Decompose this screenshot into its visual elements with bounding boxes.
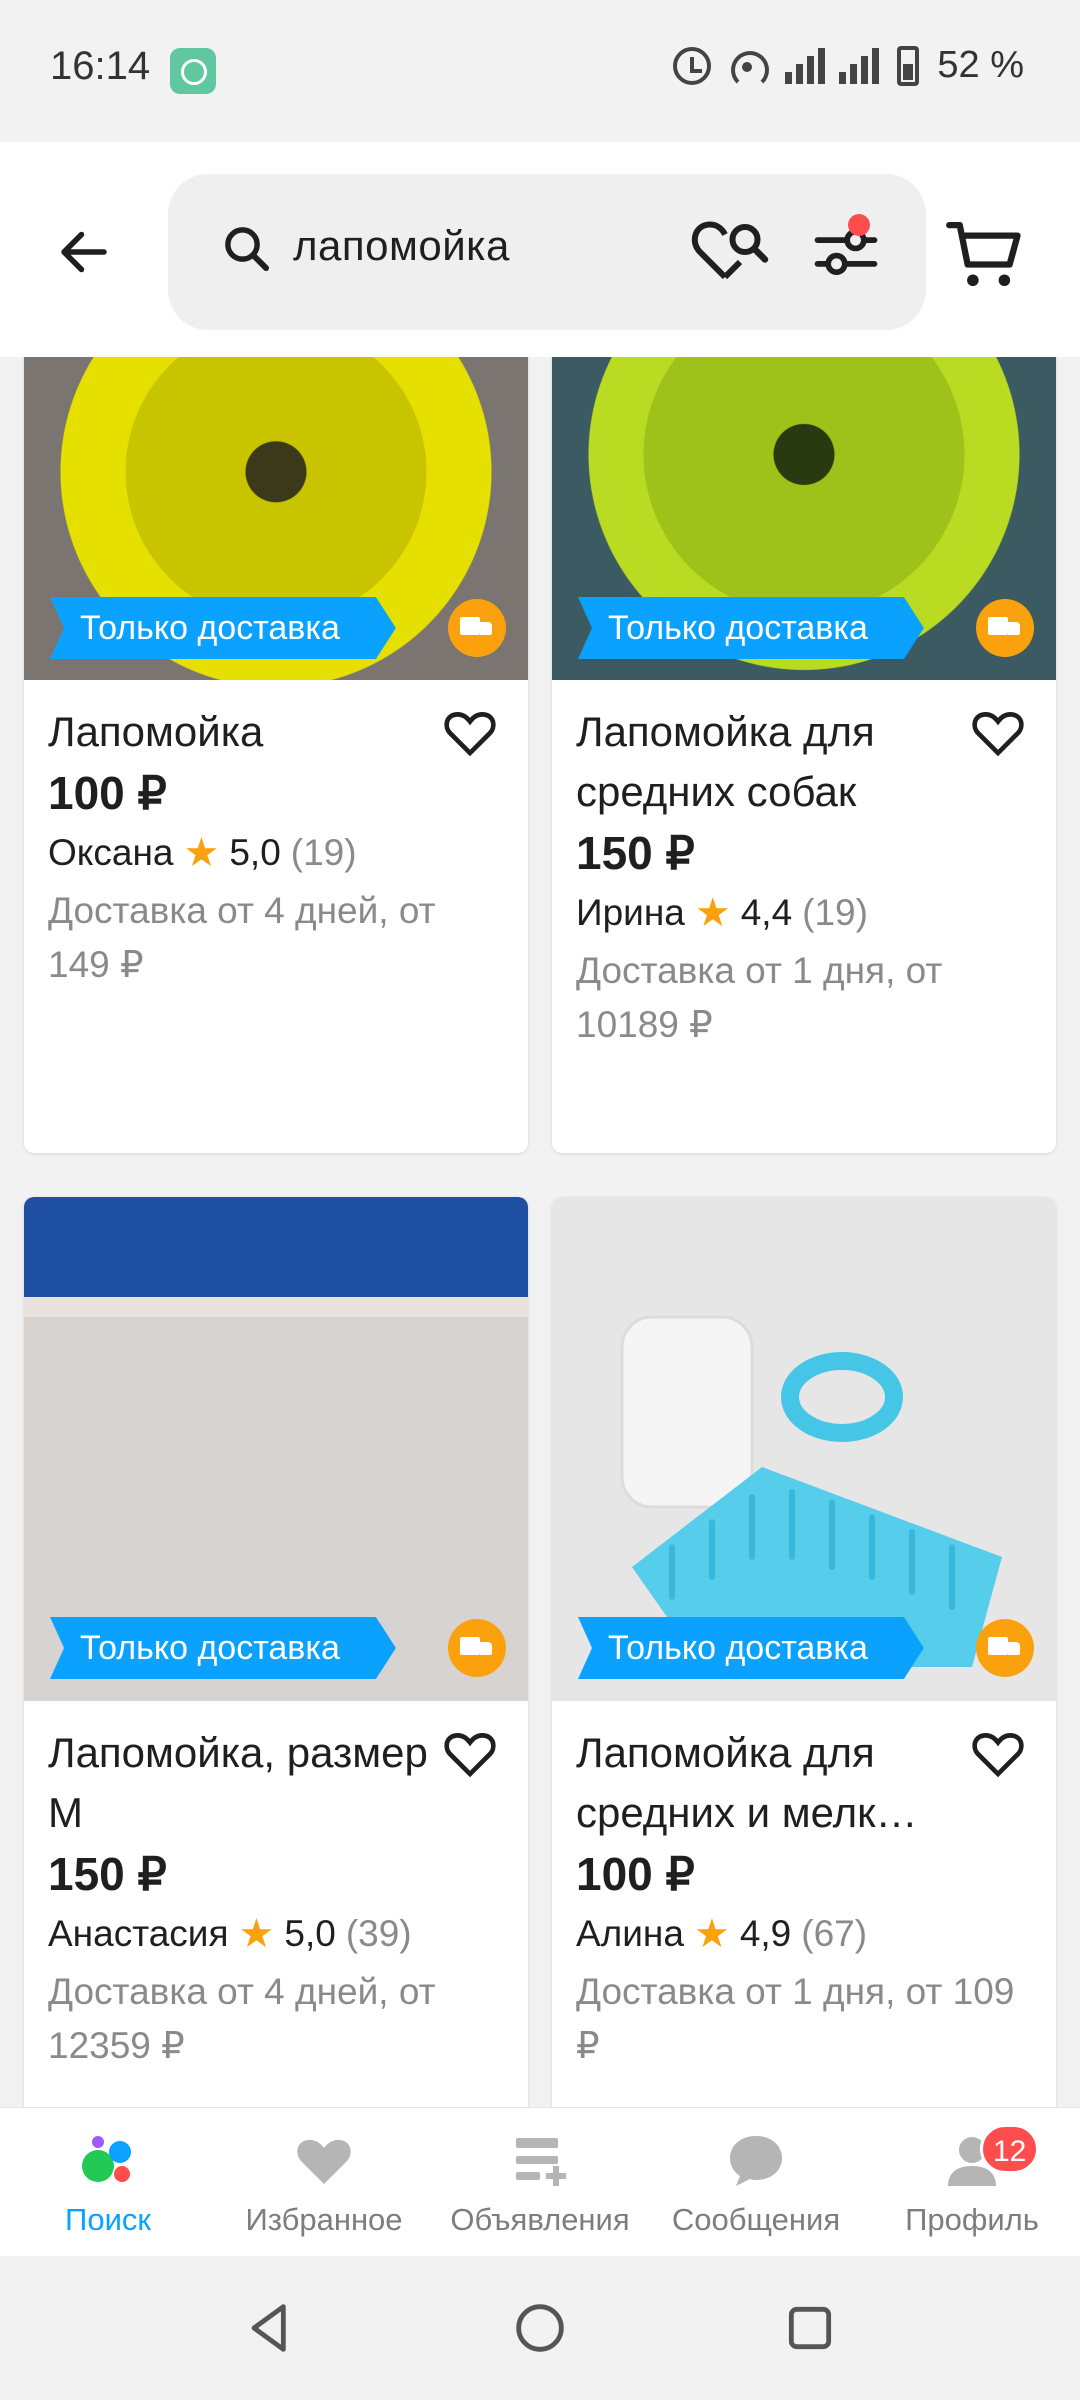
delivery-info: Доставка от 4 дней, от 12359 ₽ <box>48 1971 436 2066</box>
seller-name: Ирина <box>576 892 685 933</box>
review-count: (19) <box>802 892 868 933</box>
favorite-heart-icon[interactable] <box>968 704 1028 760</box>
seller-row: Оксана ★ 5,0 (19) <box>48 824 504 882</box>
truck-icon <box>448 599 506 657</box>
review-count: (67) <box>801 1913 868 1954</box>
cart-icon[interactable] <box>944 212 1028 296</box>
system-navigation-bar <box>0 2256 1080 2400</box>
header: лапомойка <box>0 142 1080 357</box>
heart-icon <box>297 2139 351 2184</box>
card-body: Лапомойка для средних собак 150 ₽ Ирина … <box>552 680 1056 1052</box>
star-icon: ★ <box>183 831 220 875</box>
listing-card[interactable]: Только доставка Лапомойка, размер M 150 … <box>24 1197 528 2107</box>
status-icons: 52 % <box>673 44 1024 89</box>
listing-title[interactable]: Лапомойка для средних и мелк… <box>576 1723 956 1843</box>
nav-label: Сообщения <box>671 2202 841 2237</box>
seller-row: Алина ★ 4,9 (67) <box>576 1905 1032 1963</box>
filter-active-dot <box>848 214 870 236</box>
review-count: (39) <box>345 1913 412 1954</box>
nav-item-search[interactable]: Поиск <box>0 2108 216 2257</box>
favorite-heart-icon[interactable] <box>440 1725 500 1781</box>
favorite-heart-icon[interactable] <box>440 704 500 760</box>
truck-icon <box>976 1619 1034 1677</box>
nav-label: Объявления <box>450 2202 630 2237</box>
delivery-only-tag: Только доставка <box>50 597 396 659</box>
notification-badge: 12 <box>980 2124 1040 2174</box>
delivery-only-tag: Только доставка <box>50 1617 396 1679</box>
truck-icon <box>448 1619 506 1677</box>
nav-item-favorites[interactable]: Избранное <box>216 2108 432 2257</box>
seller-name: Алина <box>576 1913 684 1954</box>
listing-price: 100 ₽ <box>48 767 167 819</box>
rating-value: 4,9 <box>739 1913 792 1954</box>
card-body: Лапомойка, размер M 150 ₽ Анастасия ★ 5,… <box>24 1701 528 2073</box>
alarm-icon <box>673 46 712 85</box>
review-count: (19) <box>290 832 357 873</box>
add-listing-icon <box>516 2138 566 2186</box>
product-image[interactable]: Только доставка <box>24 1197 528 1701</box>
search-query: лапомойка <box>293 222 510 269</box>
product-image[interactable]: Только доставка <box>24 357 528 680</box>
rating-value: 4,4 <box>740 892 793 933</box>
product-image[interactable]: Только доставка <box>552 1197 1056 1701</box>
battery-level: 52 % <box>937 44 1024 86</box>
hotspot-icon <box>729 47 770 89</box>
listing-grid: Только доставка Лапомойка 100 ₽ Оксана ★… <box>0 357 1080 2107</box>
delivery-only-tag: Только доставка <box>578 597 924 659</box>
card-body: Лапомойка 100 ₽ Оксана ★ 5,0 (19) Достав… <box>24 680 528 992</box>
system-back-icon[interactable] <box>238 2296 302 2360</box>
card-body: Лапомойка для средних и мелк… 100 ₽ Алин… <box>552 1701 1056 2073</box>
listing-card[interactable]: Только доставка Лапомойка 100 ₽ Оксана ★… <box>24 357 528 1153</box>
listing-card[interactable]: Только доставка Лапомойка для средних и … <box>552 1197 1056 2107</box>
nav-label: Избранное <box>245 2202 403 2237</box>
nav-label: Поиск <box>65 2202 151 2237</box>
listing-price: 150 ₽ <box>48 1848 167 1900</box>
truck-icon <box>976 599 1034 657</box>
listing-title[interactable]: Лапомойка <box>48 702 428 762</box>
seller-name: Анастасия <box>48 1913 229 1954</box>
delivery-info: Доставка от 1 дня, от 109 ₽ <box>576 1971 1015 2066</box>
delivery-only-tag: Только доставка <box>578 1617 924 1679</box>
status-time: 16:14 <box>50 44 151 88</box>
filter-icon[interactable] <box>808 214 884 290</box>
system-home-icon[interactable] <box>508 2296 572 2360</box>
nav-item-messages[interactable]: Сообщения <box>648 2108 864 2257</box>
star-icon: ★ <box>694 891 731 935</box>
delivery-info: Доставка от 1 дня, от 10189 ₽ <box>576 950 943 1045</box>
favorite-heart-icon[interactable] <box>968 1725 1028 1781</box>
rating-value: 5,0 <box>229 832 281 873</box>
nav-item-listings[interactable]: Объявления <box>432 2108 648 2257</box>
chat-bubble-icon <box>730 2136 782 2186</box>
search-logo-icon <box>82 2136 131 2182</box>
status-bar: 16:14 52 % <box>0 0 1080 142</box>
listing-title[interactable]: Лапомойка, размер M <box>48 1723 428 1843</box>
listing-card[interactable]: Только доставка Лапомойка для средних со… <box>552 357 1056 1153</box>
rating-value: 5,0 <box>284 1913 336 1954</box>
system-recents-icon[interactable] <box>778 2296 842 2360</box>
battery-icon <box>897 45 920 86</box>
arrow-left-icon <box>61 231 107 273</box>
nav-label: Профиль <box>905 2202 1039 2237</box>
listing-price: 100 ₽ <box>576 1848 695 1900</box>
delivery-info: Доставка от 4 дней, от 149 ₽ <box>48 890 436 985</box>
seller-row: Анастасия ★ 5,0 (39) <box>48 1905 504 1963</box>
nav-item-profile[interactable]: 12 Профиль <box>864 2108 1080 2257</box>
seller-name: Оксана <box>48 832 174 873</box>
listing-title[interactable]: Лапомойка для средних собак <box>576 702 956 822</box>
listing-price: 150 ₽ <box>576 827 695 879</box>
seller-row: Ирина ★ 4,4 (19) <box>576 884 1032 942</box>
signal-icon <box>785 47 880 84</box>
search-input[interactable]: лапомойка <box>168 174 926 330</box>
star-icon: ★ <box>238 1912 275 1956</box>
search-icon <box>225 227 270 272</box>
saved-search-icon[interactable] <box>690 212 770 292</box>
product-image[interactable]: Только доставка <box>552 357 1056 680</box>
back-button[interactable] <box>40 212 128 292</box>
app-notification-icon <box>170 48 216 94</box>
bottom-navigation: Поиск Избранное Объявления Сообщения 12 … <box>0 2107 1080 2256</box>
star-icon: ★ <box>693 1912 730 1956</box>
